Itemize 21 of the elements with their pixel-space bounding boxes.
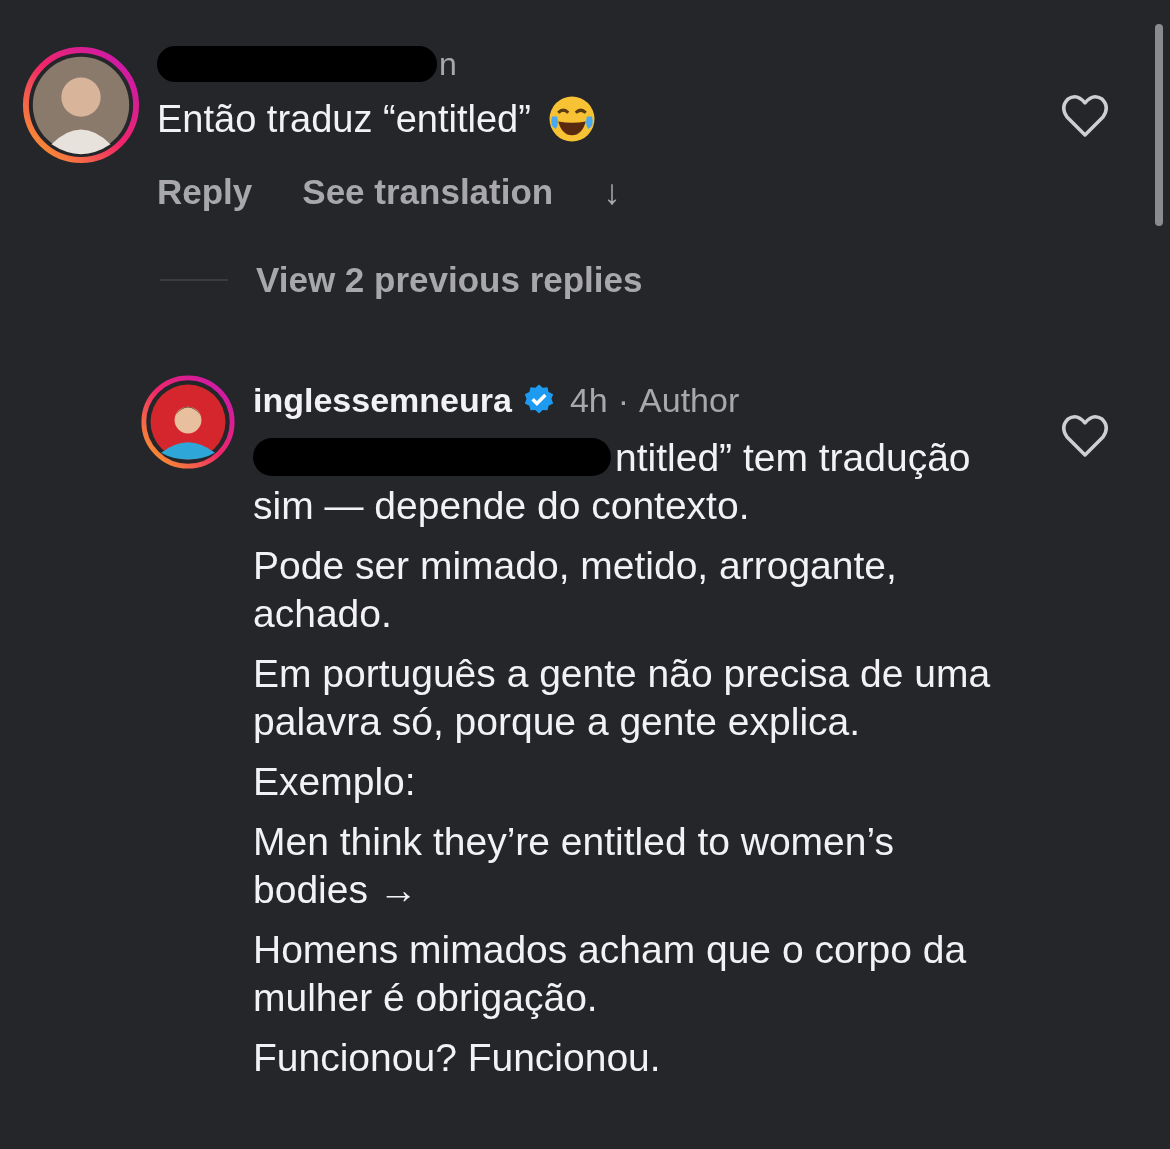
reply-paragraph: Funcionou? Funcionou. <box>253 1035 662 1081</box>
username[interactable]: n <box>439 45 457 83</box>
reply-paragraph: ntitled” tem tradução sim — depende do contexto. <box>253 435 972 529</box>
view-replies-link[interactable]: View 2 previous replies <box>256 260 643 300</box>
reply-paragraph: Pode ser mimado, metido, arrogante, achado. <box>253 543 898 637</box>
comment-text: Então traduz “entitled” <box>157 97 531 141</box>
timestamp: 4h <box>569 380 608 420</box>
action-link[interactable]: See translation <box>302 172 554 212</box>
action-link[interactable]: Reply <box>157 172 253 212</box>
author-label: Author <box>639 380 740 420</box>
avatar[interactable] <box>22 46 140 164</box>
reply-paragraph: Exemplo: <box>253 759 417 805</box>
username[interactable]: inglessemneura <box>253 380 512 420</box>
reply-paragraph: Men think they’re entitled to women’s bodies → <box>253 819 895 913</box>
heart-icon[interactable] <box>1061 94 1109 138</box>
reply-paragraph: Homens mimados acham que o corpo da mulher é obrigação. <box>253 927 968 1021</box>
heart-icon[interactable] <box>1061 414 1109 458</box>
separator-dot: · <box>617 380 630 420</box>
avatar[interactable] <box>140 374 236 470</box>
reply-paragraph: Em português a gente não precisa de uma palavra só, porque a gente explica. <box>253 651 992 745</box>
action-link[interactable]: ↓ <box>603 172 621 212</box>
